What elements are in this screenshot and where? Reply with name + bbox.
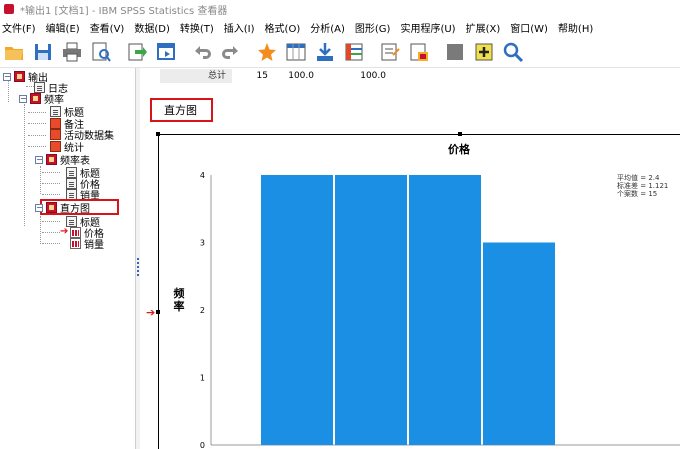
tree-label-frequencies: 频率 [44,95,64,106]
spss-app-icon [4,4,14,14]
menu-bar: 文件(F) 编辑(E) 查看(V) 数据(D) 转换(T) 插入(I) 格式(O) 分析(A)… [0,18,680,36]
y-tick-label: 0 [200,441,205,449]
insert-title-icon[interactable] [407,40,431,64]
undo-icon[interactable] [190,40,214,64]
tree-label-histogram: 直方图 [60,204,90,215]
menu-item-0[interactable]: 文件(F) [0,20,44,35]
current-item-arrow-icon: ➔ [146,306,156,319]
freq-table-book-icon [46,154,57,165]
histogram-bar [409,175,481,445]
collapse-icon[interactable]: − [19,94,27,103]
window-title: *输出1 [文档1] - IBM SPSS Statistics 查看器 [20,5,228,17]
redo-icon[interactable] [219,40,243,64]
total-label: 总计 [207,71,226,81]
chart-title: 价格 [448,142,471,156]
open-folder-icon[interactable] [2,40,26,64]
histogram-chart: 价格 频率 平均值 = 2.4标准差 = 1.121个案数 = 15 0 1 2 3 4 [174,142,680,449]
data-list-icon[interactable] [342,40,366,64]
y-axis-label-char: 频 [174,286,185,300]
menu-item-1[interactable]: 编辑(E) [44,20,88,35]
menu-item-6[interactable]: 格式(O) [263,20,309,35]
stat-line: 个案数 = 15 [617,189,657,198]
histogram-book-icon [46,202,57,213]
y-tick-label: 1 [200,374,205,383]
tree-node-h-sales[interactable]: 销量 [70,237,104,251]
y-axis-label-char: 率 [174,299,185,313]
toolbar [0,36,680,68]
save-icon[interactable] [31,40,55,64]
output-content-pane: 总计 15 100.0 100.0 直方图 ➔ 价格 频率 平均值 = 2.4 标… [140,68,680,449]
stat-line: 标准差 = 1.121 [617,181,668,190]
menu-item-5[interactable]: 插入(I) [222,20,263,35]
menu-item-10[interactable]: 扩展(X) [464,20,509,35]
variables-icon[interactable] [313,40,337,64]
dataset-icon [50,129,61,140]
stat-line: 平均值 = 2.4 [617,173,660,182]
menu-item-11[interactable]: 窗口(W) [508,20,556,35]
search-icon[interactable] [501,40,525,64]
print-preview-icon[interactable] [89,40,113,64]
promote-icon[interactable] [472,40,496,64]
y-tick-label: 2 [200,306,205,315]
outline-pane: − 输出 日志 − 频率 标题 备注 活动数据集 统计 − 频率表 标题 价格 [0,68,136,449]
y-axis-label: 频率 [174,286,185,313]
tree-label-h-sales: 销量 [84,240,104,251]
recall-dialog-icon[interactable] [154,40,178,64]
total-percent: 100.0 [274,69,320,83]
goto-variable-icon[interactable] [284,40,308,64]
histogram-heading-text: 直方图 [164,104,197,117]
frequency-table-total-row: 总计 15 100.0 100.0 [160,69,392,83]
splitter-grip-icon [137,258,139,278]
collapse-icon[interactable]: − [3,72,11,81]
collapse-icon[interactable]: − [35,155,43,164]
menu-item-9[interactable]: 实用程序(U) [398,20,463,35]
histogram-bar [483,242,555,445]
title-icon [50,106,61,117]
collapse-icon[interactable]: − [35,203,43,212]
statistics-icon [50,141,61,152]
histogram-heading[interactable]: 直方图 [150,98,213,122]
print-icon[interactable] [60,40,84,64]
menu-item-8[interactable]: 图形(G) [353,20,399,35]
menu-item-3[interactable]: 数据(D) [132,20,178,35]
menu-item-4[interactable]: 转换(T) [178,20,222,35]
export-icon[interactable] [125,40,149,64]
y-tick-label: 4 [200,171,205,180]
selected-arrow-icon: ➔ [60,226,69,237]
goto-case-icon[interactable] [255,40,279,64]
tree-node-histogram[interactable]: − 直方图 [35,201,90,215]
window-titlebar: *输出1 [文档1] - IBM SPSS Statistics 查看器 [0,0,680,18]
output-book-icon [14,71,25,82]
menu-item-12[interactable]: 帮助(H) [556,20,601,35]
total-count: 15 [232,69,274,83]
menu-item-7[interactable]: 分析(A) [308,20,353,35]
hide-icon[interactable] [443,40,467,64]
chart-icon [70,238,81,249]
frequencies-book-icon [30,93,41,104]
chart-frame[interactable]: 价格 频率 平均值 = 2.4 标准差 = 1.121 个案数 = 15 0 1 2 3 4 [158,134,680,449]
y-tick-label: 3 [200,239,205,248]
total-valid-percent: 100.0 [320,69,392,83]
tree-node-frequencies[interactable]: − 频率 [19,92,64,106]
histogram-bar [335,175,407,445]
histogram-bar [261,175,333,445]
insert-heading-icon[interactable] [378,40,402,64]
menu-item-2[interactable]: 查看(V) [88,20,133,35]
